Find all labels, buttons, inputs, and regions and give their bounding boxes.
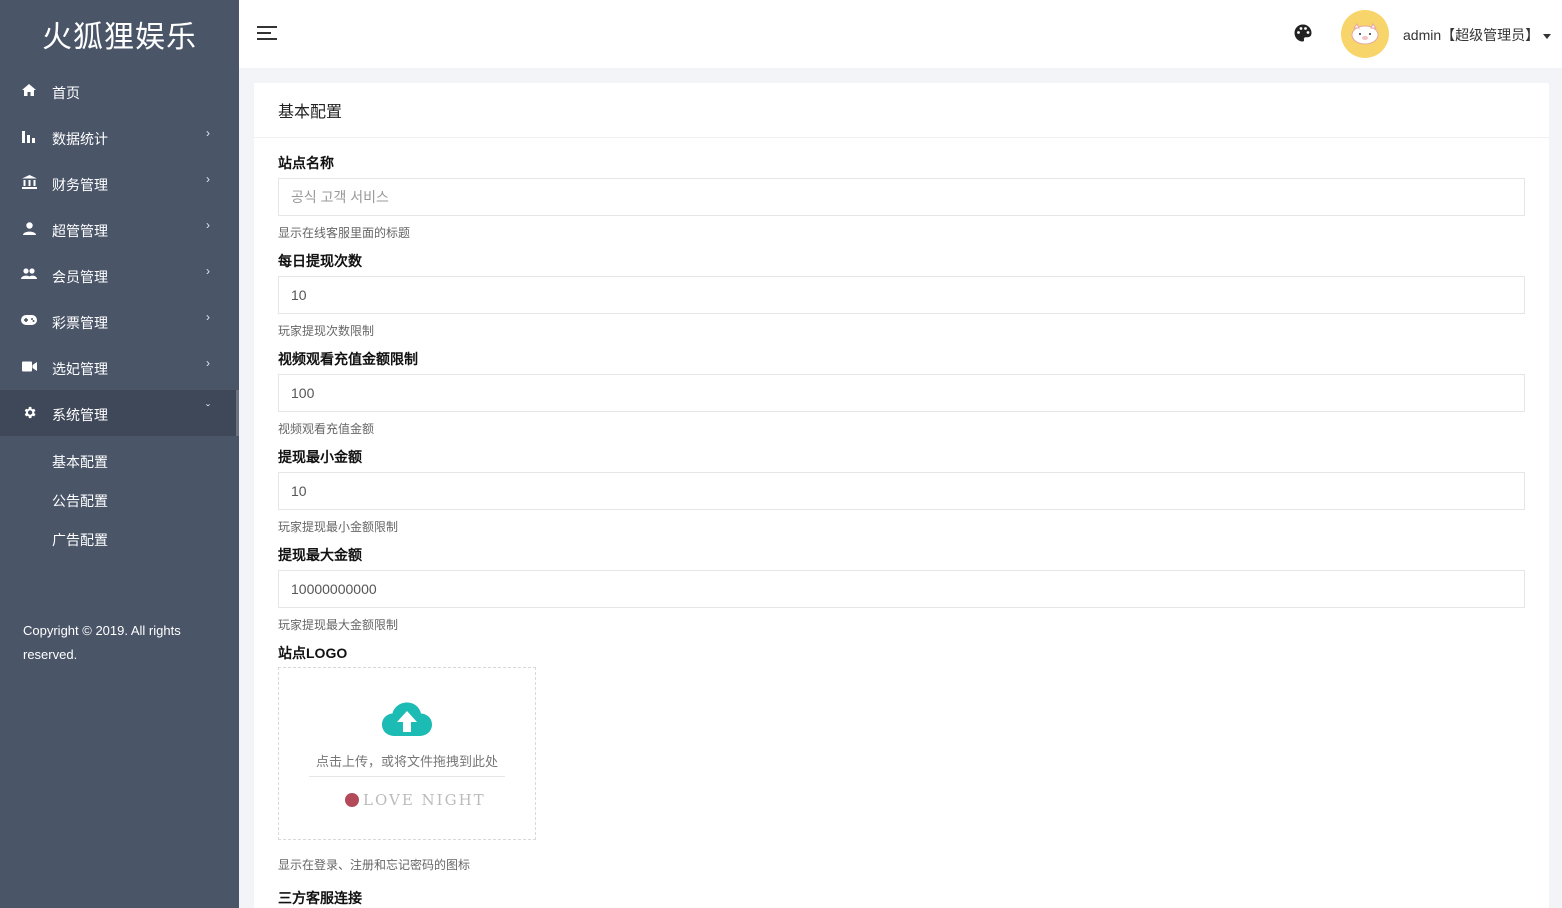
sidebar-item-finance[interactable]: 财务管理 › — [0, 160, 239, 206]
chevron-right-icon: › — [206, 264, 210, 278]
sidebar-item-concubine[interactable]: 选妃管理 › — [0, 344, 239, 390]
home-icon — [21, 82, 37, 98]
field-label: 提现最小金额 — [278, 449, 362, 465]
brand-logo-text[interactable]: 火狐狸娱乐 — [0, 0, 239, 68]
sidebar-item-label: 选妃管理 — [52, 361, 108, 377]
submenu-system: 基本配置 公告配置 广告配置 — [0, 436, 239, 559]
sidebar-item-statistics[interactable]: 数据统计 › — [0, 114, 239, 160]
field-site-logo: 站点LOGO — [278, 643, 1525, 663]
sidebar-item-label: 彩票管理 — [52, 315, 108, 331]
field-withdraw-max: 提现最大金额 玩家提现最大金额限制 — [278, 545, 1525, 633]
sidebar-item-admin[interactable]: 超管管理 › — [0, 206, 239, 252]
chevron-right-icon: › — [206, 356, 210, 370]
field-label: 每日提现次数 — [278, 253, 362, 269]
field-label: 提现最大金额 — [278, 547, 362, 563]
card-title: 基本配置 — [254, 83, 1549, 138]
field-help: 玩家提现最小金额限制 — [278, 520, 399, 534]
chevron-right-icon: › — [206, 172, 210, 186]
site-name-input[interactable] — [278, 178, 1525, 216]
field-site-name: 站点名称 显示在线客服里面的标题 — [278, 153, 1525, 241]
section-label-third-party-service: 三方客服连接 — [278, 890, 362, 906]
chevron-right-icon: › — [206, 310, 210, 324]
group-icon — [21, 266, 37, 282]
field-label: 站点LOGO — [278, 645, 348, 661]
bar-chart-icon — [21, 128, 37, 144]
top-header: admin【超级管理员】 — [239, 0, 1562, 68]
daily-withdraw-count-input[interactable] — [278, 276, 1525, 314]
chevron-right-icon: › — [206, 218, 210, 232]
gear-icon — [21, 404, 37, 420]
sidebar-item-label: 会员管理 — [52, 269, 108, 285]
sidebar-item-label: 超管管理 — [52, 223, 108, 239]
submenu-item-basic-config[interactable]: 基本配置 — [0, 442, 239, 481]
sidebar: 火狐狸娱乐 首页 数据统计 › 财务管理 › 超管管理 › 会员管理 › 彩票管… — [0, 0, 239, 908]
field-help: 玩家提现次数限制 — [278, 324, 375, 338]
withdraw-max-input[interactable] — [278, 570, 1525, 608]
logo-upload-dropzone[interactable]: 点击上传，或将文件拖拽到此处 LOVE NIGHT — [278, 667, 536, 840]
copyright-text: Copyright © 2019. All rights reserved. — [23, 623, 181, 662]
user-label: admin【超级管理员】 — [1403, 27, 1540, 43]
field-help: 视频观看充值金额 — [278, 422, 375, 436]
config-card: 基本配置 站点名称 显示在线客服里面的标题 每日提现次数 玩家提现次数限制 视频… — [254, 83, 1549, 908]
field-help: 玩家提现最大金额限制 — [278, 618, 399, 632]
logo-preview-text: LOVE NIGHT — [363, 791, 486, 809]
cloud-upload-icon — [381, 702, 433, 741]
user-menu[interactable]: admin【超级管理员】 — [1403, 25, 1552, 45]
field-label: 视频观看充值金额限制 — [278, 351, 418, 367]
withdraw-min-input[interactable] — [278, 472, 1525, 510]
sidebar-item-home[interactable]: 首页 — [0, 68, 239, 114]
logo-preview: LOVE NIGHT — [345, 791, 486, 809]
field-daily-withdraw-count: 每日提现次数 玩家提现次数限制 — [278, 251, 1525, 339]
submenu-item-notice-config[interactable]: 公告配置 — [0, 481, 239, 520]
person-icon — [21, 220, 37, 236]
field-withdraw-min: 提现最小金额 玩家提现最小金额限制 — [278, 447, 1525, 535]
field-video-recharge-limit: 视频观看充值金额限制 视频观看充值金额 — [278, 349, 1525, 437]
field-help: 显示在线客服里面的标题 — [278, 226, 411, 240]
gamepad-icon — [21, 312, 37, 328]
video-recharge-limit-input[interactable] — [278, 374, 1525, 412]
chevron-right-icon: › — [206, 126, 210, 140]
sidebar-item-label: 系统管理 — [52, 407, 108, 423]
sidebar-item-lottery[interactable]: 彩票管理 › — [0, 298, 239, 344]
bank-icon — [21, 174, 37, 190]
submenu-item-ad-config[interactable]: 广告配置 — [0, 520, 239, 559]
pig-face-icon — [1351, 23, 1379, 45]
sidebar-item-label: 数据统计 — [52, 131, 108, 147]
upload-hint: 点击上传，或将文件拖拽到此处 — [315, 754, 498, 769]
field-label: 站点名称 — [278, 155, 334, 171]
sidebar-item-members[interactable]: 会员管理 › — [0, 252, 239, 298]
palette-icon[interactable] — [1294, 24, 1312, 42]
sidebar-item-system[interactable]: 系统管理 ˇ — [0, 390, 239, 436]
caret-down-icon — [1543, 33, 1552, 39]
sidebar-item-label: 财务管理 — [52, 177, 108, 193]
upload-divider — [309, 776, 505, 777]
heart-icon — [345, 793, 359, 807]
sidebar-menu: 首页 数据统计 › 财务管理 › 超管管理 › 会员管理 › 彩票管理 › 选妃… — [0, 68, 239, 436]
sidebar-item-label: 首页 — [52, 85, 80, 101]
field-help: 显示在登录、注册和忘记密码的图标 — [278, 858, 471, 872]
video-icon — [21, 358, 37, 374]
chevron-down-icon: ˇ — [206, 402, 210, 416]
menu-toggle-icon[interactable] — [257, 26, 277, 42]
avatar[interactable] — [1341, 10, 1389, 58]
